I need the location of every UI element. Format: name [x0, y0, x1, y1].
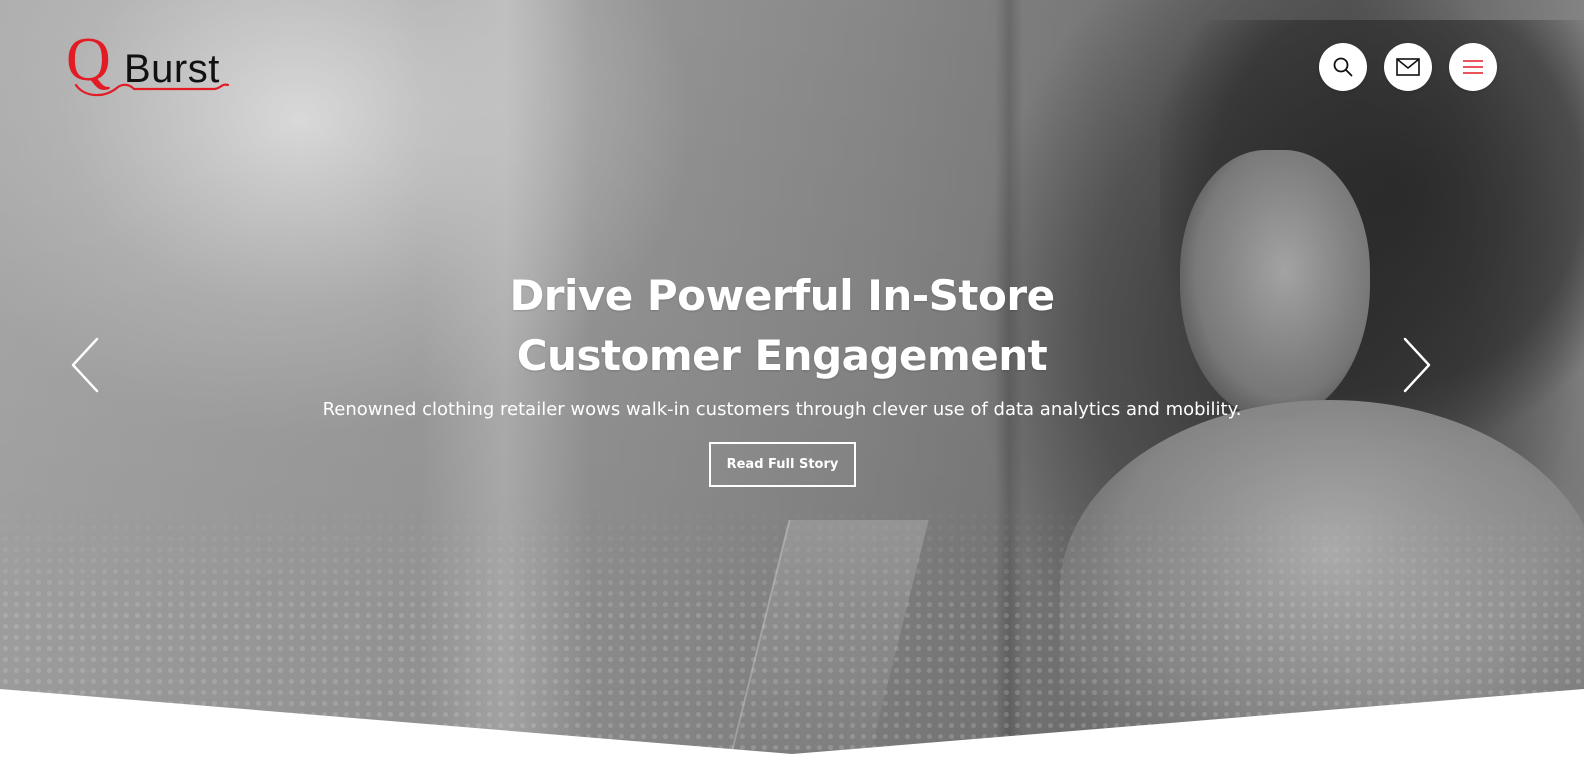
hero-subtitle: Renowned clothing retailer wows walk-in … [322, 399, 1242, 420]
qburst-logo[interactable]: Q Burst [66, 29, 236, 107]
search-button[interactable] [1319, 43, 1367, 91]
logo-swoosh-icon [74, 83, 230, 97]
carousel-prev-button[interactable] [70, 336, 102, 394]
menu-button[interactable] [1449, 43, 1497, 91]
chevron-left-icon [71, 337, 99, 393]
hero-headline-line-1: Drive Powerful In-Store [509, 271, 1055, 320]
hamburger-menu-icon [1463, 60, 1483, 74]
search-icon [1333, 57, 1353, 77]
carousel-next-button[interactable] [1400, 336, 1432, 394]
contact-mail-button[interactable] [1384, 43, 1432, 91]
hero-headline: Drive Powerful In-Store Customer Engagem… [392, 266, 1172, 386]
hero-headline-line-2: Customer Engagement [516, 331, 1048, 380]
chevron-right-icon [1403, 337, 1431, 393]
read-full-story-button[interactable]: Read Full Story [709, 442, 856, 487]
mail-icon [1396, 58, 1420, 76]
